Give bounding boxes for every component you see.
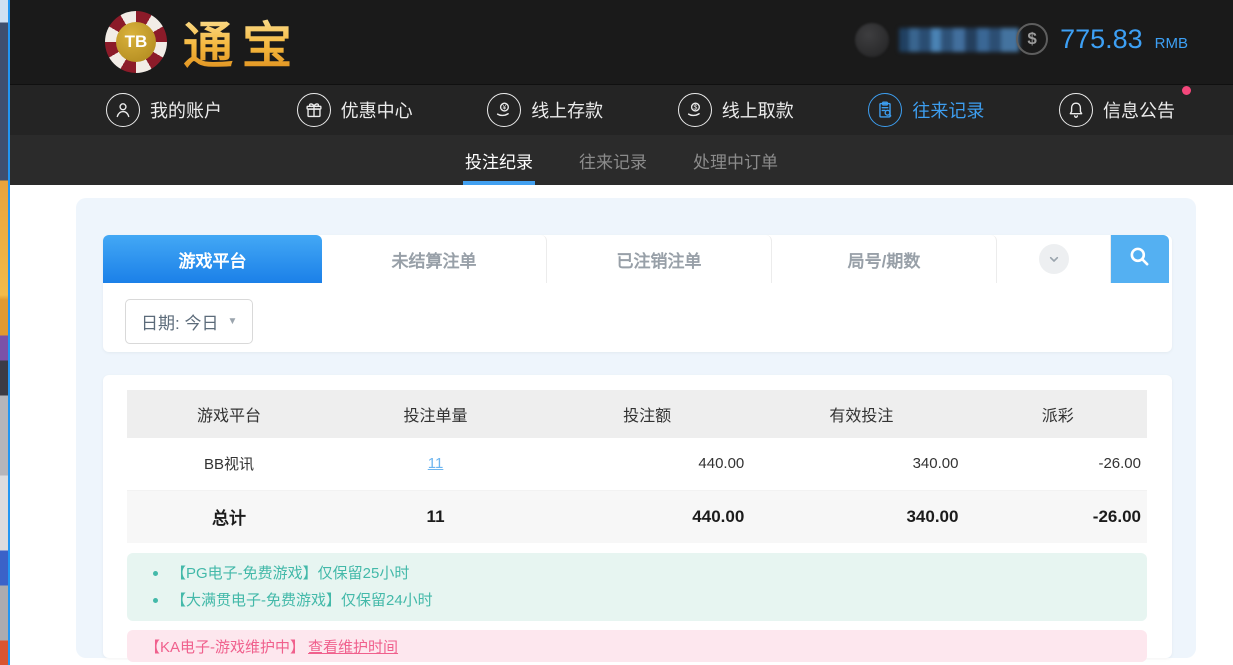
table-row: BB视讯 11 440.00 340.00 -26.00 bbox=[127, 438, 1147, 490]
date-filter-row: 日期: 今日 ▼ bbox=[103, 283, 1172, 344]
filter-tab-cancelled[interactable]: 已注销注单 bbox=[547, 235, 772, 283]
notification-dot bbox=[1182, 86, 1191, 95]
nav-item-announcements[interactable]: 信息公告 bbox=[1059, 93, 1175, 127]
filter-tab-round-number[interactable]: 局号/期数 bbox=[772, 235, 997, 283]
cell-bet-count: 11 bbox=[331, 438, 540, 490]
bell-icon bbox=[1059, 93, 1093, 127]
svg-text:$: $ bbox=[693, 104, 697, 111]
total-bet-count: 11 bbox=[331, 490, 540, 543]
filter-tab-row: 游戏平台 未结算注单 已注销注单 局号/期数 bbox=[103, 235, 1172, 283]
date-filter-label: 日期: 今日 bbox=[141, 309, 218, 334]
caret-down-icon: ▼ bbox=[227, 316, 237, 327]
nav-item-my-account[interactable]: 我的账户 bbox=[106, 93, 222, 127]
col-header-platform: 游戏平台 bbox=[127, 390, 331, 438]
background-game-strip bbox=[0, 0, 8, 665]
bet-count-link[interactable]: 11 bbox=[428, 455, 444, 472]
promo-notice-text: 【大满贯电子-免费游戏】仅保留24小时 bbox=[171, 587, 433, 614]
bullet-icon bbox=[153, 598, 158, 603]
subtab-pending-orders[interactable]: 处理中订单 bbox=[693, 135, 778, 185]
results-card: 游戏平台 投注单量 投注额 有效投注 派彩 BB视讯 11 440.00 340… bbox=[103, 375, 1172, 658]
withdraw-icon: $ bbox=[678, 93, 712, 127]
svg-text:¥: ¥ bbox=[503, 104, 507, 111]
balance-currency: RMB bbox=[1155, 35, 1188, 52]
logo-badge: TB bbox=[116, 22, 156, 62]
nav-item-transaction-records[interactable]: 往来记录 bbox=[868, 93, 984, 127]
username-redacted bbox=[899, 28, 1019, 52]
col-header-bet-count: 投注单量 bbox=[331, 390, 540, 438]
left-accent-line bbox=[8, 0, 10, 665]
bullet-icon bbox=[153, 571, 158, 576]
nav-label: 线上存款 bbox=[531, 97, 603, 123]
total-label: 总计 bbox=[127, 490, 331, 543]
col-header-valid-bet: 有效投注 bbox=[754, 390, 968, 438]
brand-logo: TB 通宝 bbox=[105, 10, 301, 74]
gift-icon bbox=[297, 93, 331, 127]
user-account[interactable] bbox=[855, 23, 1019, 57]
total-valid-bet: 340.00 bbox=[754, 490, 968, 543]
avatar bbox=[855, 23, 889, 57]
bet-summary-table: 游戏平台 投注单量 投注额 有效投注 派彩 BB视讯 11 440.00 340… bbox=[127, 390, 1147, 543]
nav-label: 信息公告 bbox=[1103, 97, 1175, 123]
search-button[interactable] bbox=[1111, 235, 1169, 283]
subtab-bet-records[interactable]: 投注纪录 bbox=[465, 135, 533, 185]
chevron-down-icon bbox=[1039, 244, 1069, 274]
maintenance-text: 【KA电子-游戏维护中】 bbox=[145, 636, 305, 657]
brand-name: 通宝 bbox=[183, 6, 301, 78]
balance-amount: 775.83 bbox=[1060, 24, 1143, 55]
content-panel: 游戏平台 未结算注单 已注销注单 局号/期数 日期: 今日 ▼ bbox=[76, 198, 1196, 658]
maintenance-notice-box: 【KA电子-游戏维护中】 查看维护时间 bbox=[127, 630, 1147, 662]
nav-label: 我的账户 bbox=[150, 97, 222, 123]
promo-notice-text: 【PG电子-免费游戏】仅保留25小时 bbox=[171, 560, 409, 587]
table-header-row: 游戏平台 投注单量 投注额 有效投注 派彩 bbox=[127, 390, 1147, 438]
total-bet-amount: 440.00 bbox=[540, 490, 754, 543]
subtab-label: 投注纪录 bbox=[465, 148, 533, 173]
subtab-transaction-records[interactable]: 往来记录 bbox=[579, 135, 647, 185]
poker-chip-icon: TB bbox=[105, 11, 167, 73]
records-icon bbox=[868, 93, 902, 127]
filter-card: 游戏平台 未结算注单 已注销注单 局号/期数 日期: 今日 ▼ bbox=[103, 235, 1172, 352]
subtab-label: 往来记录 bbox=[579, 148, 647, 173]
subtab-label: 处理中订单 bbox=[693, 148, 778, 173]
cell-bet-amount: 440.00 bbox=[540, 438, 754, 490]
dollar-circle-icon: $ bbox=[1016, 23, 1048, 55]
cell-payout: -26.00 bbox=[968, 438, 1147, 490]
filter-expand-button[interactable] bbox=[997, 235, 1111, 283]
deposit-icon: ¥ bbox=[487, 93, 521, 127]
cell-valid-bet: 340.00 bbox=[754, 438, 968, 490]
nav-item-deposit[interactable]: ¥ 线上存款 bbox=[487, 93, 603, 127]
total-payout: -26.00 bbox=[968, 490, 1147, 543]
record-subnav: 投注纪录 往来记录 处理中订单 bbox=[10, 135, 1233, 185]
search-icon bbox=[1127, 244, 1153, 275]
top-header: TB 通宝 $ 775.83 RMB bbox=[10, 0, 1233, 84]
nav-item-promotions[interactable]: 优惠中心 bbox=[297, 93, 413, 127]
nav-item-withdraw[interactable]: $ 线上取款 bbox=[678, 93, 794, 127]
cell-platform: BB视讯 bbox=[127, 438, 331, 490]
nav-label: 线上取款 bbox=[722, 97, 794, 123]
wallet-balance: $ 775.83 RMB bbox=[1016, 23, 1188, 55]
promo-notice-box: 【PG电子-免费游戏】仅保留25小时 【大满贯电子-免费游戏】仅保留24小时 bbox=[127, 553, 1147, 621]
col-header-payout: 派彩 bbox=[968, 390, 1147, 438]
promo-notice-line: 【PG电子-免费游戏】仅保留25小时 bbox=[147, 560, 1147, 587]
main-nav: 我的账户 优惠中心 ¥ 线上存款 $ 线上取款 往来记录 信息公告 bbox=[10, 84, 1233, 135]
filter-tab-unsettled[interactable]: 未结算注单 bbox=[322, 235, 547, 283]
promo-notice-line: 【大满贯电子-免费游戏】仅保留24小时 bbox=[147, 587, 1147, 614]
nav-label: 往来记录 bbox=[912, 97, 984, 123]
filter-tab-game-platform[interactable]: 游戏平台 bbox=[103, 235, 322, 283]
user-icon bbox=[106, 93, 140, 127]
date-filter-dropdown[interactable]: 日期: 今日 ▼ bbox=[125, 299, 253, 344]
nav-label: 优惠中心 bbox=[341, 97, 413, 123]
maintenance-schedule-link[interactable]: 查看维护时间 bbox=[308, 636, 398, 657]
col-header-bet-amount: 投注额 bbox=[540, 390, 754, 438]
table-total-row: 总计 11 440.00 340.00 -26.00 bbox=[127, 490, 1147, 543]
active-tab-underline bbox=[463, 181, 535, 185]
